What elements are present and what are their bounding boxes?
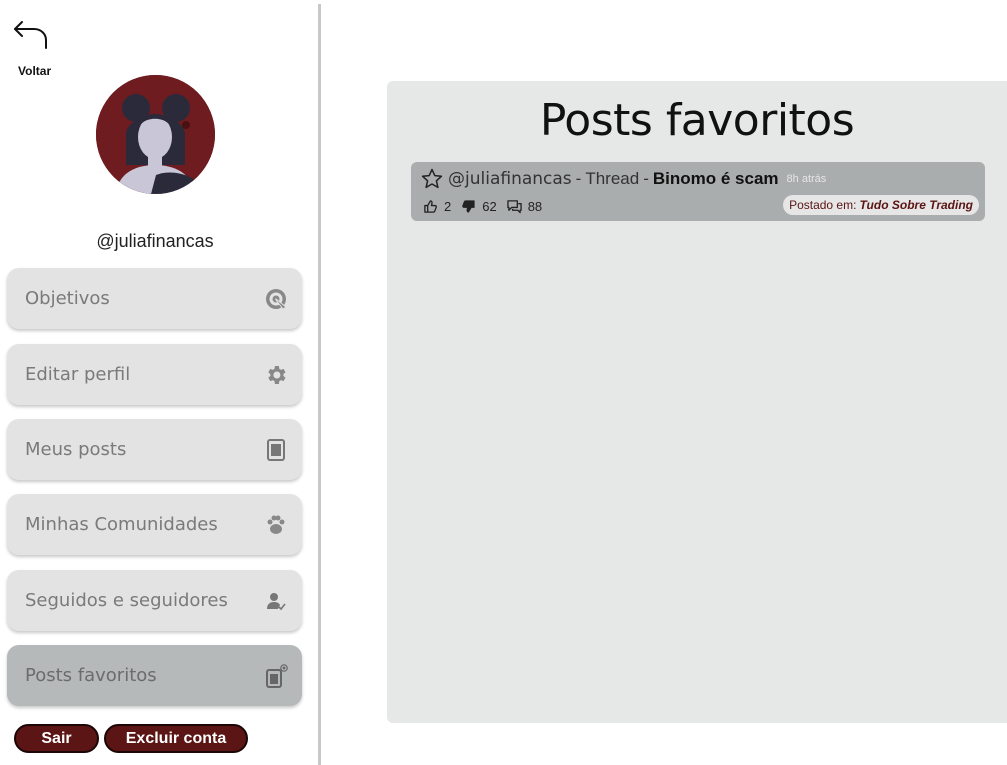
- sidebar-item-posts-favoritos[interactable]: Posts favoritos: [7, 645, 302, 706]
- comment-count: 88: [527, 199, 543, 214]
- profile-username: @juliafinancas: [96, 231, 214, 251]
- gear-icon: [262, 361, 290, 389]
- posted-in-badge[interactable]: Postado em: Tudo Sobre Trading: [783, 195, 979, 215]
- back-arrow-icon: [14, 21, 47, 49]
- sidebar-item-label: Minhas Comunidades: [25, 514, 218, 535]
- paw-icon: [262, 511, 290, 539]
- user-check-icon: [262, 587, 290, 615]
- post-title-separator: -: [643, 169, 649, 188]
- star-icon[interactable]: [420, 167, 444, 191]
- document-icon: [262, 436, 290, 464]
- comments-icon: [506, 200, 522, 214]
- thumbs-up-icon: [424, 200, 437, 213]
- dislike-count: 62: [482, 199, 497, 214]
- dislike-button[interactable]: 62: [461, 199, 497, 214]
- page-title: Posts favoritos: [539, 95, 855, 146]
- sidebar-item-editar-perfil[interactable]: Editar perfil: [7, 344, 302, 405]
- favorites-panel: Posts favoritos @juliafinancas - Thread …: [387, 81, 1007, 723]
- sidebar-divider: [318, 4, 321, 765]
- sidebar-item-label: Editar perfil: [25, 364, 131, 385]
- post-type: Thread: [585, 169, 640, 188]
- sidebar-item-seguidos-e-seguidores[interactable]: Seguidos e seguidores: [7, 570, 302, 631]
- post-stats: 2 62 88: [423, 199, 552, 214]
- community-link[interactable]: Tudo Sobre Trading: [859, 198, 973, 212]
- post-timestamp: 8h atrás: [786, 173, 827, 185]
- like-count: 2: [444, 199, 452, 214]
- post-author[interactable]: @juliafinancas: [448, 169, 572, 189]
- sidebar-item-label: Meus posts: [25, 439, 127, 460]
- posted-in-label: Postado em:: [789, 198, 857, 212]
- post-title[interactable]: Binomo é scam: [653, 169, 779, 189]
- sidebar-item-label: Posts favoritos: [25, 665, 157, 686]
- logout-button[interactable]: Sair: [14, 724, 99, 753]
- post-header: @juliafinancas - Thread - Binomo é scam …: [420, 167, 826, 191]
- sidebar: Voltar @juliafinancas Objetivos Editar p…: [0, 0, 318, 765]
- favorite-document-icon: [262, 662, 290, 690]
- sidebar-item-minhas-comunidades[interactable]: Minhas Comunidades: [7, 494, 302, 555]
- sidebar-item-objetivos[interactable]: Objetivos: [7, 268, 302, 329]
- back-button[interactable]: [12, 18, 52, 54]
- post-card[interactable]: @juliafinancas - Thread - Binomo é scam …: [411, 162, 985, 221]
- sidebar-item-meus-posts[interactable]: Meus posts: [7, 419, 302, 480]
- avatar: [96, 75, 215, 194]
- sidebar-item-label: Seguidos e seguidores: [25, 590, 228, 611]
- like-button[interactable]: 2: [423, 199, 451, 214]
- delete-account-button[interactable]: Excluir conta: [104, 724, 248, 753]
- thumbs-down-icon: [462, 200, 475, 213]
- sidebar-item-label: Objetivos: [25, 288, 110, 309]
- back-label[interactable]: Voltar: [18, 64, 51, 78]
- post-separator: -: [575, 169, 582, 188]
- comments-button[interactable]: 88: [506, 199, 543, 214]
- target-icon: [262, 285, 290, 313]
